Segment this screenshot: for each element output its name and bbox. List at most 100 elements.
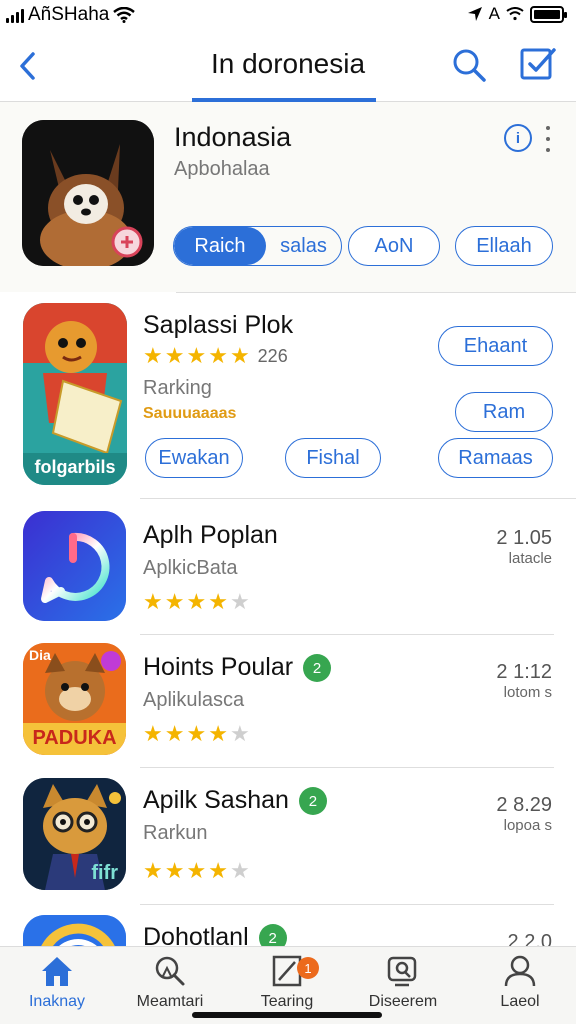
star-icon: ★: [143, 858, 163, 883]
tab-label: Tearing: [260, 993, 314, 1010]
tab-profile[interactable]: Laeol: [470, 953, 570, 1015]
carrier-label: AñSHaha: [28, 4, 110, 25]
promo-button-5[interactable]: Ramaas: [438, 438, 553, 478]
tab-label: Diseerem: [368, 993, 438, 1010]
app-name: Dohotlanl: [143, 923, 249, 946]
app-icon[interactable]: [23, 915, 126, 946]
app-time: 2 1:12: [496, 661, 552, 683]
app-row[interactable]: Aplh Poplan AplkicBata ★ ★ ★ ★ ★ 2 1.05 …: [0, 499, 576, 633]
app-meta: 2 2.0: [508, 931, 552, 946]
location-icon: [467, 7, 482, 21]
promo-app-row[interactable]: folgarbils Saplassi Plok ★ ★ ★ ★ ★ 226 R…: [0, 293, 576, 499]
app-meta: 2 1.05 latacle: [496, 527, 552, 567]
star-icon: ★: [186, 858, 207, 883]
app-subtitle: AplkicBata: [143, 557, 238, 579]
promo-rating: ★ ★ ★ ★ ★ 226: [143, 345, 288, 367]
star-icon: ★: [229, 343, 250, 368]
app-row[interactable]: Dohotlanl 2 2 2.0: [0, 905, 576, 946]
star-icon: ★: [208, 343, 228, 368]
tab-edit[interactable]: 1 Tearing: [237, 953, 337, 1015]
app-subtitle: Rarkun: [143, 822, 208, 844]
compose-icon[interactable]: [518, 44, 558, 84]
tab-label: Laeol: [500, 993, 540, 1010]
app-name-line: Apilk Sashan 2: [143, 786, 327, 816]
app-row[interactable]: fifr Apilk Sashan 2 Rarkun ★ ★ ★ ★ ★ 2 8.…: [0, 768, 576, 904]
star-empty-icon: ★: [229, 721, 250, 746]
app-name: Apilk Sashan: [143, 786, 289, 814]
star-icon: ★: [164, 589, 185, 614]
verified-icon: 2: [258, 924, 287, 946]
app-rating: ★ ★ ★ ★ ★: [143, 591, 250, 613]
app-time-sub: lopoa s: [503, 817, 552, 834]
featured-button-2[interactable]: Ellaah: [455, 226, 553, 266]
app-meta: 2 1:12 lotom s: [496, 661, 552, 701]
segment-active[interactable]: Raich: [174, 227, 266, 265]
search-icon[interactable]: [450, 46, 490, 86]
home-icon: [7, 953, 107, 989]
app-time: 2 2.0: [507, 931, 552, 946]
featured-app-card[interactable]: Indonasia Apbohalaa i Raich salas AoN El…: [0, 102, 576, 292]
star-icon: ★: [208, 589, 228, 614]
profile-icon: [470, 953, 570, 989]
star-icon: ★: [143, 343, 163, 368]
app-meta: 2 8.29 lopoa s: [496, 794, 552, 834]
wifi-icon: [113, 7, 136, 23]
app-icon[interactable]: Dia PADUKA: [23, 643, 126, 755]
verified-icon: 2: [298, 787, 327, 816]
segment-inactive[interactable]: salas: [266, 227, 341, 265]
home-indicator: [192, 1012, 382, 1018]
app-rating: ★ ★ ★ ★ ★: [143, 860, 250, 882]
promo-app-name: Saplassi Plok: [143, 311, 294, 339]
wifi-small-icon: [506, 7, 524, 21]
app-icon[interactable]: [23, 511, 126, 621]
featured-app-subtitle: Apbohalaa: [174, 158, 270, 180]
signal-icon: [6, 7, 24, 23]
status-right-label: A: [488, 4, 500, 23]
promo-button-3[interactable]: Ewakan: [145, 438, 243, 478]
featured-app-icon[interactable]: [22, 120, 154, 266]
star-icon: ★: [164, 858, 185, 883]
app-icon-label: PADUKA: [32, 727, 117, 749]
app-name-line: Hoints Poular 2: [143, 653, 332, 683]
promo-tagline: Sauuuaaaas: [143, 405, 237, 422]
app-subtitle: Aplikulasca: [143, 689, 245, 711]
status-bar: AñSHaha A: [0, 0, 576, 30]
star-icon: ★: [143, 589, 163, 614]
promo-app-icon[interactable]: folgarbils: [23, 303, 127, 485]
info-icon[interactable]: i: [504, 124, 532, 152]
star-empty-icon: ★: [229, 858, 250, 883]
featured-button-1[interactable]: AoN: [348, 226, 440, 266]
star-icon: ★: [186, 343, 207, 368]
app-time: 2 8.29: [496, 794, 552, 816]
star-empty-icon: ★: [229, 589, 250, 614]
app-name-line: Dohotlanl 2: [143, 923, 287, 946]
star-icon: ★: [143, 721, 163, 746]
segmented-control: Raich salas: [173, 226, 342, 266]
tab-bar: Inaknay Meamtari 1 Tearing Diseerem Laeo…: [0, 946, 576, 1024]
verified-icon: 2: [303, 654, 332, 683]
discover-icon: [353, 953, 453, 989]
tab-discover[interactable]: Diseerem: [353, 953, 453, 1015]
explore-icon: [120, 953, 220, 989]
tab-explore[interactable]: Meamtari: [120, 953, 220, 1015]
promo-subtitle: Rarking: [143, 377, 212, 399]
notification-badge: 1: [297, 957, 319, 979]
app-name: Hoints Poular: [143, 653, 294, 681]
app-row[interactable]: Dia PADUKA Hoints Poular 2 Aplikulasca ★ …: [0, 635, 576, 767]
star-icon: ★: [186, 589, 207, 614]
battery-icon: [530, 5, 567, 23]
edit-icon: 1: [237, 953, 337, 989]
app-icon-tag: Dia: [29, 647, 51, 663]
app-name: Aplh Poplan: [143, 521, 278, 549]
more-vertical-icon[interactable]: [544, 126, 552, 152]
nav-bar: In doronesia: [0, 30, 576, 102]
app-time-sub: latacle: [508, 550, 552, 567]
app-icon-tag: fifr: [91, 862, 118, 884]
app-rating: ★ ★ ★ ★ ★: [143, 723, 250, 745]
app-time: 2 1.05: [496, 527, 552, 549]
app-icon[interactable]: fifr: [23, 778, 126, 890]
tab-home[interactable]: Inaknay: [7, 953, 107, 1015]
promo-button-2[interactable]: Ram: [455, 392, 553, 432]
promo-button-4[interactable]: Fishal: [285, 438, 381, 478]
promo-button-1[interactable]: Ehaant: [438, 326, 553, 366]
